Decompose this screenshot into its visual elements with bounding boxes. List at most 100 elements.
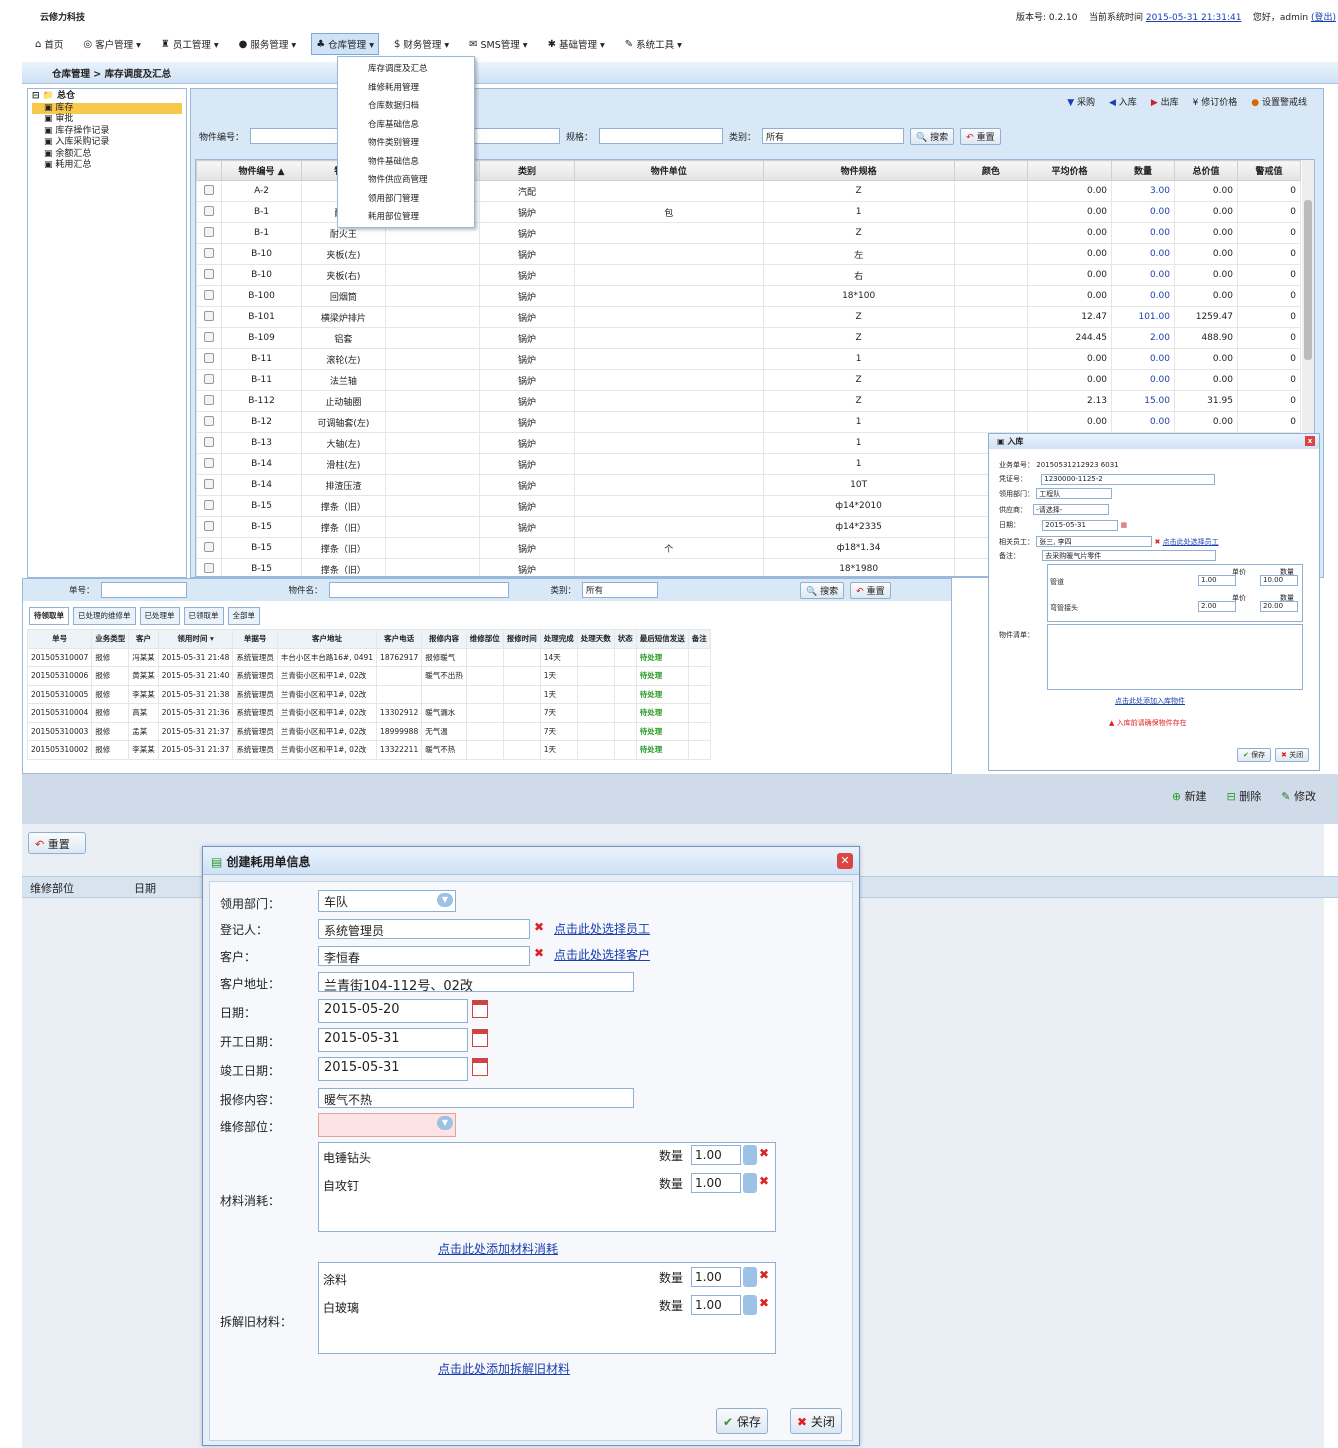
order-column-header[interactable]: 单据号 — [232, 629, 278, 649]
order-reset-button[interactable]: ↶ 重置 — [850, 581, 891, 599]
qty-input[interactable]: 1.00 — [691, 1145, 741, 1165]
reset-button[interactable]: ↶ 重置 — [960, 127, 1001, 145]
order-type-select[interactable]: 所有 — [582, 582, 659, 598]
scroll-thumb[interactable] — [1304, 200, 1312, 360]
ib-voucher-input[interactable]: 1230000-1125-2 — [1041, 474, 1216, 485]
tree-item[interactable]: ▣ 入库采购记录 — [32, 137, 182, 149]
checkbox[interactable] — [204, 352, 215, 363]
row-checkbox-cell[interactable] — [196, 390, 223, 412]
order-column-header[interactable]: 状态 — [613, 629, 637, 649]
dropdown-item[interactable]: 物件供应商管理 — [338, 171, 474, 190]
dropdown-item[interactable]: 维修耗用管理 — [338, 79, 474, 98]
checkbox[interactable] — [204, 331, 215, 342]
grid-column-header[interactable]: 颜色 — [953, 160, 1029, 181]
address-input[interactable]: 兰青街104-112号、02改 — [318, 972, 634, 994]
spec-input[interactable] — [599, 128, 724, 144]
table-row[interactable]: B-109 铝套 锅炉 Z 244.45 2.00 488.90 0 — [196, 327, 1302, 349]
date-input[interactable]: 2015-05-20 — [318, 999, 468, 1023]
row-checkbox-cell[interactable] — [196, 306, 223, 328]
order-tab[interactable]: 全部单 — [227, 607, 260, 625]
checkbox[interactable] — [204, 520, 215, 531]
row-checkbox-cell[interactable] — [196, 411, 223, 433]
row-checkbox-cell[interactable] — [196, 453, 223, 475]
calendar-icon[interactable] — [472, 1058, 488, 1076]
grid-column-header[interactable]: 平均价格 — [1027, 160, 1113, 181]
grid-column-header[interactable]: 警戒值 — [1236, 160, 1302, 181]
purchase-button[interactable]: ▼ 采购 — [1067, 95, 1095, 108]
tree-item[interactable]: ▣ 审批 — [32, 114, 182, 126]
row-checkbox-cell[interactable] — [196, 264, 223, 286]
table-row[interactable]: B-10 夹板(右) 锅炉右 0.00 0.00 0.00 0 — [196, 264, 1302, 286]
ib-supplier-select[interactable]: -请选择- — [1033, 504, 1110, 515]
part-select[interactable]: ▼ — [318, 1113, 456, 1137]
order-column-header[interactable]: 客户地址 — [276, 629, 378, 649]
row-checkbox-cell[interactable] — [196, 537, 223, 559]
add-material-link[interactable]: 点击此处添加材料消耗 — [438, 1240, 558, 1257]
outbound-button[interactable]: ▶ 出库 — [1151, 95, 1179, 108]
qty-input[interactable]: 1.00 — [691, 1173, 741, 1193]
inbound-button[interactable]: ◀ 入库 — [1109, 95, 1137, 108]
row-checkbox-cell[interactable] — [196, 432, 223, 454]
remove-icon[interactable]: ✖ — [759, 1268, 769, 1282]
ib-price-input[interactable]: 1.00 — [1198, 575, 1236, 586]
dropdown-item[interactable]: 领用部门管理 — [338, 190, 474, 209]
customer-input[interactable]: 李恒春 — [318, 946, 530, 966]
grid-column-header[interactable]: 物件规格 — [762, 160, 955, 181]
checkbox[interactable] — [204, 541, 215, 552]
checkbox[interactable] — [204, 436, 215, 447]
order-row[interactable]: 201505310003 报修 孟某 2015-05-31 21:37 系统管理员 兰青街… — [26, 721, 711, 741]
ib-staff-link[interactable]: 点击此处选择员工 — [1163, 538, 1219, 546]
checkbox[interactable] — [204, 226, 215, 237]
table-row[interactable]: B-101 横梁炉排片 锅炉 Z 12.47 101.00 1259.47 0 — [196, 306, 1302, 328]
checkbox[interactable] — [204, 415, 215, 426]
start-date-input[interactable]: 2015-05-31 — [318, 1028, 468, 1052]
remove-icon[interactable]: ✖ — [759, 1174, 769, 1188]
ib-qty-input[interactable]: 20.00 — [1260, 601, 1298, 612]
checkbox[interactable] — [204, 457, 215, 468]
checkbox[interactable] — [204, 373, 215, 384]
row-checkbox-cell[interactable] — [196, 474, 223, 496]
grid-column-header[interactable]: 类别 — [479, 160, 575, 181]
order-tab[interactable]: 待领取单 — [29, 607, 69, 625]
grid-column-header[interactable]: 物件编号 ▲ — [221, 160, 302, 181]
checkbox[interactable] — [204, 478, 215, 489]
order-column-header[interactable]: 最后短信发送 — [635, 629, 689, 649]
new-button[interactable]: ⊕ 新建 — [1172, 788, 1207, 804]
grid-column-header[interactable]: 物件单位 — [573, 160, 764, 181]
order-column-header[interactable]: 业务类型 — [91, 629, 130, 649]
nav-home[interactable]: ⌂ 首页 — [30, 33, 68, 55]
row-checkbox-cell[interactable] — [196, 495, 223, 517]
item-name-input[interactable] — [328, 582, 509, 598]
order-tab[interactable]: 已处理单 — [139, 607, 180, 625]
nav-tools[interactable]: ✎ 系统工具 ▾ — [620, 33, 687, 55]
qty-spinner[interactable] — [743, 1267, 757, 1287]
tree-item[interactable]: ▣ 库存操作记录 — [32, 126, 182, 138]
order-tab[interactable]: 已领取单 — [183, 607, 224, 625]
checkbox[interactable] — [204, 289, 215, 300]
calendar-icon[interactable] — [472, 1000, 488, 1018]
delete-button[interactable]: ⊟ 删除 — [1227, 788, 1262, 804]
ib-date-input[interactable]: 2015-05-31 — [1042, 520, 1119, 531]
checkbox[interactable] — [204, 499, 215, 510]
search-button[interactable]: 🔍 搜索 — [910, 127, 955, 145]
dropdown-item[interactable]: 库存调度及汇总 — [338, 60, 474, 79]
order-search-button[interactable]: 🔍 搜索 — [800, 581, 845, 599]
nav-customer[interactable]: ◎ 客户管理 ▾ — [78, 33, 146, 55]
order-no-input[interactable] — [100, 582, 187, 598]
order-row[interactable]: 201505310004 报修 高某 2015-05-31 21:36 系统管理员 兰青街… — [26, 703, 711, 723]
lower-reset-button[interactable]: ↶ 重置 — [28, 832, 86, 854]
table-row[interactable]: B-11 法兰轴 锅炉 Z 0.00 0.00 0.00 0 — [196, 369, 1302, 391]
table-row[interactable]: B-12 可调轴套(左) 锅炉 1 0.00 0.00 0.00 0 — [196, 411, 1302, 433]
ib-save-button[interactable]: ✔ 保存 — [1237, 748, 1272, 762]
qty-input[interactable]: 1.00 — [691, 1295, 741, 1315]
qty-spinner[interactable] — [743, 1295, 757, 1315]
row-checkbox-cell[interactable] — [196, 243, 223, 265]
checkbox[interactable] — [204, 205, 215, 216]
nav-finance[interactable]: $ 财务管理 ▾ — [389, 33, 454, 55]
dropdown-item[interactable]: 仓库数据归档 — [338, 97, 474, 116]
qty-spinner[interactable] — [743, 1145, 757, 1165]
calendar-icon[interactable]: ▦ — [1120, 521, 1127, 529]
order-column-header[interactable]: 客户 — [128, 629, 159, 649]
ib-close-button[interactable]: ✖ 关闭 — [1275, 748, 1310, 762]
grid-column-header[interactable]: 数量 — [1111, 160, 1175, 181]
